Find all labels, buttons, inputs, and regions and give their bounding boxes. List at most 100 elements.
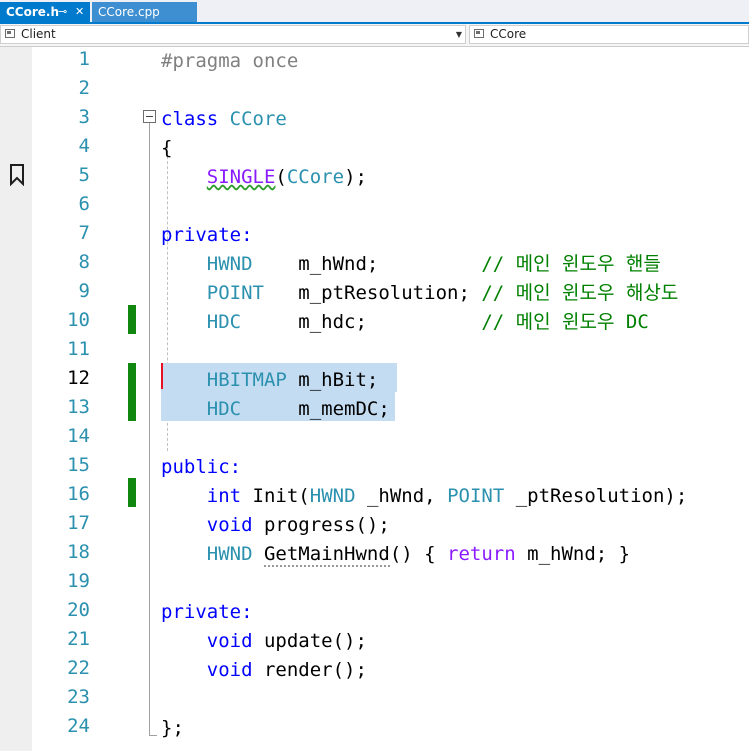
line-number: 10 — [67, 309, 90, 331]
code-line-21[interactable]: void update(); — [161, 627, 367, 656]
code-line-3[interactable]: class CCore — [161, 105, 287, 134]
navigation-bar: Client ▼ CCore — [0, 24, 749, 47]
code-line-7[interactable]: private: — [161, 221, 253, 250]
project-name: Client — [21, 27, 56, 41]
line-number: 4 — [78, 135, 90, 157]
glyph-margin[interactable] — [0, 47, 32, 751]
code-line-12[interactable]: HBITMAP m_hBit; — [161, 366, 379, 395]
code-line-18[interactable]: HWND GetMainHwnd() { return m_hWnd; } — [161, 540, 630, 569]
collapse-toggle[interactable] — [143, 110, 156, 123]
punctuation: ); — [344, 166, 367, 188]
keyword: void — [206, 659, 253, 681]
parameter: _ptResolution); — [515, 485, 688, 507]
code-line-22[interactable]: void render(); — [161, 656, 367, 685]
code-line-17[interactable]: void progress(); — [161, 511, 390, 540]
class-name: CCore — [286, 166, 345, 188]
line-number: 15 — [67, 454, 90, 476]
access-specifier: private: — [161, 601, 253, 623]
class-name: CCore — [229, 108, 287, 130]
line-number: 3 — [78, 106, 90, 128]
line-number: 5 — [78, 164, 90, 186]
code-line-10[interactable]: HDC m_hdc; // 메인 윈도우 DC — [161, 308, 649, 337]
brace: }; — [161, 717, 184, 739]
member-name: m_hBit; — [298, 369, 379, 391]
tab-ccore-h[interactable]: CCore.h ⊸ ✕ — [0, 2, 90, 22]
code-line-8[interactable]: HWND m_hWnd; // 메인 윈도우 핸들 — [161, 250, 661, 279]
code-line-20[interactable]: private: — [161, 598, 253, 627]
code-line-4[interactable]: { — [161, 134, 172, 163]
access-specifier: private: — [161, 224, 253, 246]
preprocessor-directive: #pragma once — [161, 50, 299, 72]
comment: // 메인 윈도우 해상도 — [481, 282, 679, 304]
comment: // 메인 윈도우 DC — [481, 311, 649, 333]
code-line-15[interactable]: public: — [161, 453, 241, 482]
punctuation: ( — [275, 166, 287, 188]
code-line-9[interactable]: POINT m_ptResolution; // 메인 윈도우 해상도 — [161, 279, 679, 308]
scope-dropdown[interactable]: CCore — [469, 25, 749, 44]
line-number: 22 — [67, 657, 90, 679]
line-number: 8 — [78, 251, 90, 273]
access-specifier: public: — [161, 456, 242, 478]
line-number: 6 — [78, 193, 90, 215]
line-number: 18 — [67, 541, 90, 563]
keyword: void — [206, 514, 253, 536]
tab-label: CCore.h — [6, 5, 60, 19]
keyword: void — [206, 630, 253, 652]
keyword: class — [161, 108, 219, 130]
statement: m_hWnd; } — [527, 543, 631, 565]
punctuation: () { — [389, 543, 436, 565]
type-name: HWND — [206, 253, 253, 275]
change-bar — [128, 363, 136, 421]
line-number: 17 — [67, 512, 90, 534]
code-editor[interactable]: 1 2 3 4 5 6 7 8 9 10 11 12 13 14 15 16 17 18 19 20 21 22 23 24 … — [0, 47, 749, 751]
function-name: render(); — [263, 659, 367, 681]
code-line-16[interactable]: int Init(HWND _hWnd, POINT _ptResolution… — [161, 482, 688, 511]
function-name: GetMainHwnd — [263, 543, 390, 567]
change-bar — [128, 478, 136, 507]
chevron-down-icon[interactable]: ▼ — [456, 26, 462, 43]
member-name: m_hdc; — [298, 311, 367, 333]
line-number: 11 — [67, 338, 90, 360]
line-number: 14 — [67, 425, 90, 447]
line-number: 20 — [67, 599, 90, 621]
line-number: 21 — [67, 628, 90, 650]
type-name: HBITMAP — [206, 369, 287, 391]
keyword: return — [447, 543, 516, 565]
macro-name: SINGLE — [206, 166, 276, 188]
scope-name: CCore — [490, 27, 527, 41]
project-icon — [5, 29, 15, 38]
line-number: 19 — [67, 570, 90, 592]
code-line-5[interactable]: SINGLE(CCore); — [161, 163, 367, 192]
code-line-1[interactable]: #pragma once — [161, 47, 298, 76]
function-name: Init( — [252, 485, 310, 507]
outline-end — [149, 735, 157, 736]
code-line-13[interactable]: HDC m_memDC; — [161, 395, 390, 424]
line-number: 16 — [67, 483, 90, 505]
parameter: _hWnd, — [366, 485, 436, 507]
code-line-24[interactable]: }; — [161, 714, 184, 743]
comment: // 메인 윈도우 핸들 — [481, 253, 661, 275]
tab-ccore-cpp[interactable]: CCore.cpp — [92, 2, 197, 22]
line-number: 24 — [67, 715, 90, 737]
type-name: POINT — [447, 485, 505, 507]
member-name: m_memDC; — [298, 398, 390, 420]
line-number: 23 — [67, 686, 90, 708]
project-dropdown[interactable]: Client ▼ — [0, 25, 466, 44]
outline-line — [149, 123, 150, 736]
line-number: 7 — [78, 222, 90, 244]
type-name: HWND — [206, 543, 253, 565]
type-name: HDC — [206, 398, 242, 420]
class-icon — [474, 29, 484, 38]
document-tab-strip: CCore.h ⊸ ✕ CCore.cpp — [0, 0, 749, 24]
close-icon[interactable]: ✕ — [75, 2, 84, 22]
member-name: m_ptResolution; — [298, 282, 470, 304]
pin-icon[interactable]: ⊸ — [58, 2, 67, 22]
function-name: update(); — [263, 630, 367, 652]
type-name: HWND — [309, 485, 356, 507]
type-name: HDC — [206, 311, 242, 333]
member-name: m_hWnd; — [298, 253, 379, 275]
line-number: 2 — [78, 77, 90, 99]
brace: { — [161, 137, 173, 159]
keyword: int — [206, 485, 242, 507]
bookmark-icon[interactable] — [9, 164, 25, 186]
